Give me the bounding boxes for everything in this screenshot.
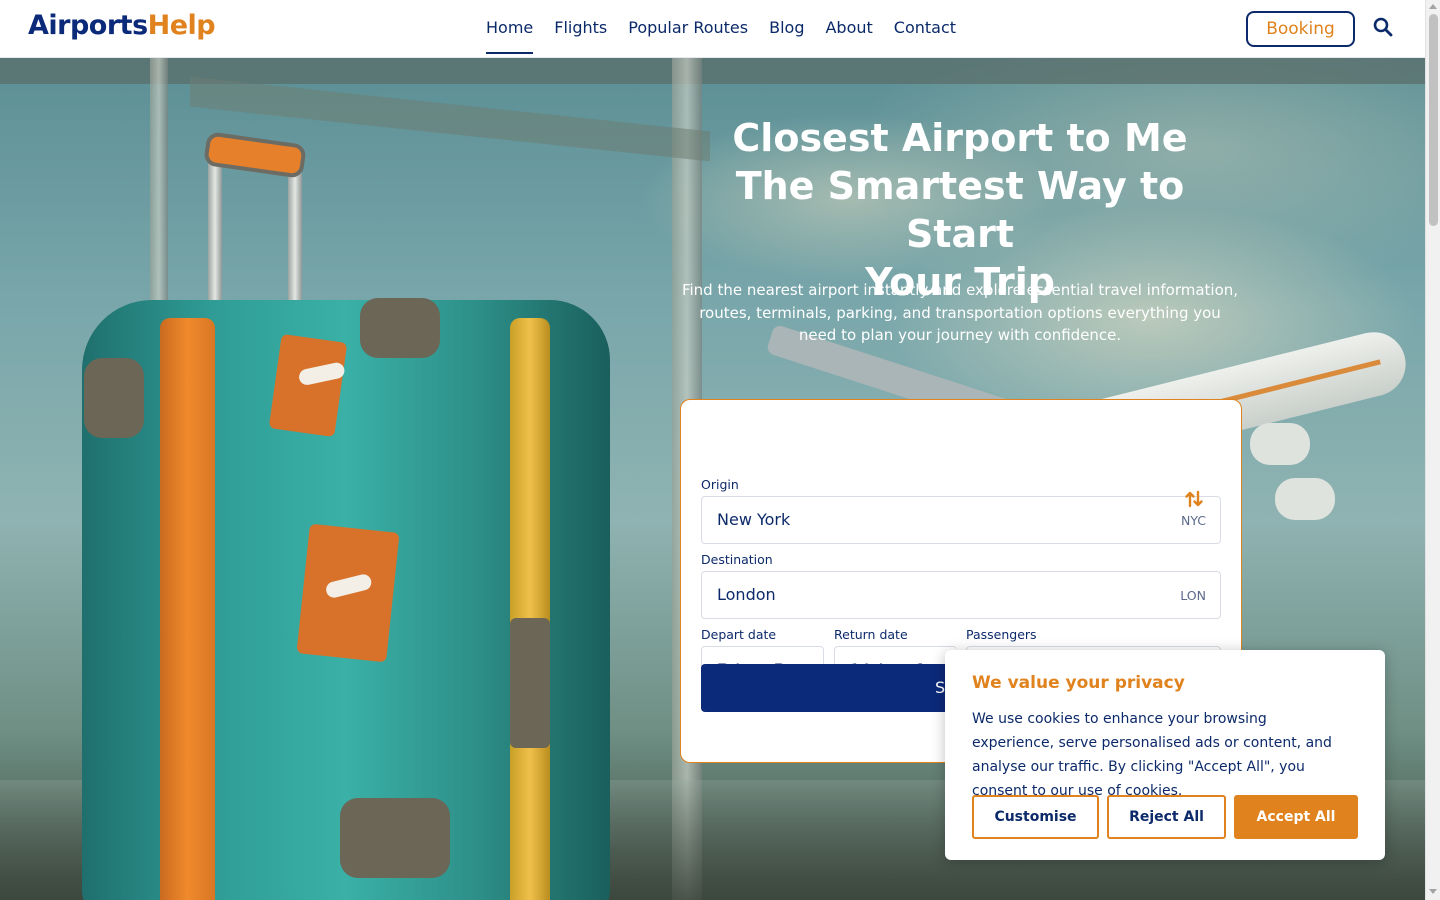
suitcase-corner bbox=[340, 798, 450, 878]
search-icon bbox=[1373, 17, 1393, 36]
logo-text-accent: Help bbox=[147, 10, 216, 41]
luggage-tag bbox=[268, 333, 348, 438]
airplane-engine bbox=[1275, 478, 1335, 520]
logo[interactable]: AirportsHelp bbox=[28, 10, 216, 41]
destination-value: London bbox=[717, 585, 776, 604]
suitcase-corner bbox=[360, 298, 440, 358]
search-flights-label: S bbox=[935, 678, 946, 697]
cookie-body: We use cookies to enhance your browsing … bbox=[972, 711, 1332, 799]
airplane-engine bbox=[1250, 423, 1310, 465]
suitcase-corner bbox=[84, 358, 144, 438]
hero-subtitle: Find the nearest airport instantly and e… bbox=[681, 281, 1239, 344]
cookie-consent-banner: We value your privacy We use cookies to … bbox=[945, 650, 1385, 860]
nav-item-popular-routes[interactable]: Popular Routes bbox=[628, 0, 748, 58]
swap-button[interactable] bbox=[1183, 489, 1205, 511]
nav-item-blog[interactable]: Blog bbox=[769, 0, 804, 58]
main-nav: Home Flights Popular Routes Blog About C… bbox=[486, 0, 977, 58]
hero-title-line: The Smartest Way to Start bbox=[735, 164, 1185, 256]
return-date-label: Return date bbox=[834, 627, 908, 642]
origin-input[interactable]: New York NYC bbox=[701, 496, 1221, 544]
destination-input[interactable]: London LON bbox=[701, 571, 1221, 619]
depart-date-label: Depart date bbox=[701, 627, 777, 642]
hero-title: Closest Airport to Me The Smartest Way t… bbox=[680, 114, 1240, 306]
nav-item-flights[interactable]: Flights bbox=[554, 0, 607, 58]
customise-button[interactable]: Customise bbox=[972, 795, 1099, 839]
scroll-down-icon[interactable] bbox=[1429, 889, 1437, 894]
origin-label: Origin bbox=[701, 477, 739, 492]
scroll-up-icon[interactable] bbox=[1429, 4, 1437, 9]
origin-code: NYC bbox=[1180, 513, 1206, 528]
suitcase-stripe bbox=[510, 318, 550, 900]
logo-text-primary: Airports bbox=[28, 10, 148, 41]
swap-icon bbox=[1185, 490, 1203, 508]
nav-item-about[interactable]: About bbox=[825, 0, 872, 58]
nav-item-contact[interactable]: Contact bbox=[894, 0, 956, 58]
luggage-tag bbox=[296, 523, 400, 663]
reject-all-button[interactable]: Reject All bbox=[1107, 795, 1226, 839]
origin-value: New York bbox=[717, 510, 791, 529]
site-header: AirportsHelp Home Flights Popular Routes… bbox=[0, 0, 1425, 58]
destination-code: LON bbox=[1180, 588, 1206, 603]
suitcase-stripe bbox=[160, 318, 215, 900]
passengers-label: Passengers bbox=[966, 627, 1037, 642]
nav-item-home[interactable]: Home bbox=[486, 0, 534, 58]
page-scrollbar[interactable] bbox=[1425, 0, 1440, 900]
destination-label: Destination bbox=[701, 552, 773, 567]
hero-title-line: Closest Airport to Me bbox=[732, 116, 1188, 160]
suitcase-latch bbox=[510, 618, 550, 748]
booking-button[interactable]: Booking bbox=[1246, 11, 1355, 47]
search-button[interactable] bbox=[1371, 16, 1395, 40]
accept-all-button[interactable]: Accept All bbox=[1234, 795, 1358, 839]
scrollbar-thumb[interactable] bbox=[1429, 14, 1438, 226]
cookie-title: We value your privacy bbox=[972, 673, 1185, 693]
